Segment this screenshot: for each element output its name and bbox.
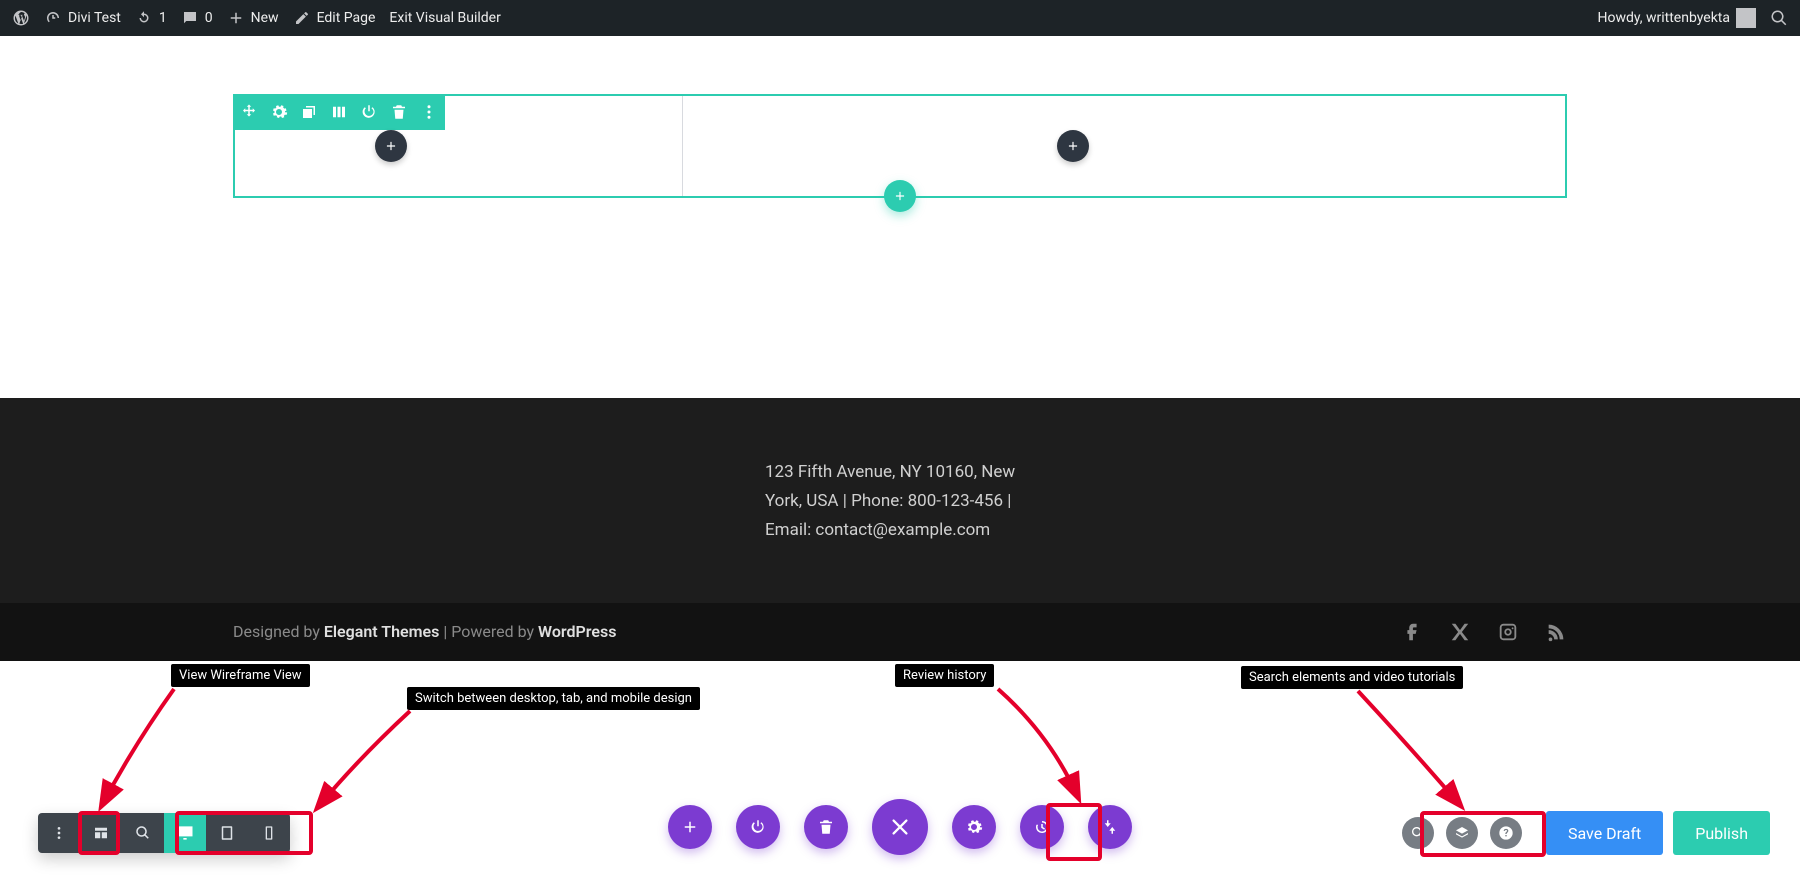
divi-section[interactable] — [233, 94, 1567, 198]
arrow-responsive — [310, 707, 420, 817]
clear-layout-button[interactable] — [804, 805, 848, 849]
layers-button[interactable] — [1446, 817, 1478, 849]
wp-logo[interactable] — [12, 9, 30, 27]
zoom-view-button[interactable] — [122, 813, 164, 853]
phone-view-button[interactable] — [248, 813, 290, 853]
add-section-button[interactable] — [668, 805, 712, 849]
duplicate-icon[interactable] — [299, 102, 319, 122]
edit-page-link[interactable]: Edit Page — [293, 9, 376, 27]
site-name-link[interactable]: Divi Test — [44, 9, 121, 27]
powered-by-sep: | Powered by — [439, 622, 538, 641]
builder-canvas — [0, 36, 1800, 198]
arrow-search — [1350, 687, 1470, 813]
trash-icon[interactable] — [389, 102, 409, 122]
view-mode-toolbar — [38, 813, 290, 853]
pencil-icon — [293, 9, 311, 27]
site-footer: 123 Fifth Avenue, NY 10160, New York, US… — [0, 398, 1800, 603]
powered-by[interactable]: WordPress — [538, 622, 616, 641]
publish-label: Publish — [1695, 824, 1748, 843]
comments-count: 0 — [205, 10, 213, 26]
comments-link[interactable]: 0 — [181, 9, 213, 27]
plus-icon — [227, 9, 245, 27]
tooltip-history: Review history — [895, 664, 994, 687]
more-icon[interactable] — [419, 102, 439, 122]
search-elements-button[interactable] — [1402, 817, 1434, 849]
search-toggle[interactable] — [1770, 9, 1788, 27]
footer-bottom-bar: Designed by Elegant Themes | Powered by … — [0, 603, 1800, 661]
refresh-icon — [135, 9, 153, 27]
arrow-wireframe — [94, 685, 184, 815]
admin-bar-left: Divi Test 1 0 New Edit Page — [12, 9, 501, 27]
power-icon[interactable] — [359, 102, 379, 122]
add-row-button[interactable] — [884, 180, 916, 212]
tooltip-search: Search elements and video tutorials — [1241, 666, 1463, 689]
tooltip-responsive: Switch between desktop, tab, and mobile … — [407, 687, 700, 710]
admin-bar-right: Howdy, writtenbyekta — [1597, 8, 1788, 28]
save-draft-button[interactable]: Save Draft — [1546, 811, 1663, 855]
wireframe-view-button[interactable] — [80, 813, 122, 853]
add-module-button-col2[interactable] — [1057, 130, 1089, 162]
site-title-text: Divi Test — [68, 10, 121, 26]
builder-bottom-bar: Save Draft Publish — [0, 765, 1800, 885]
footer-credits: Designed by Elegant Themes | Powered by … — [233, 622, 616, 641]
tablet-view-button[interactable] — [206, 813, 248, 853]
my-account-link[interactable]: Howdy, writtenbyekta — [1597, 8, 1756, 28]
close-builder-button[interactable] — [872, 799, 928, 855]
move-icon[interactable] — [239, 102, 259, 122]
wordpress-icon — [12, 9, 30, 27]
columns-icon[interactable] — [329, 102, 349, 122]
section-toolbar — [233, 94, 445, 130]
updates-link[interactable]: 1 — [135, 9, 167, 27]
column-divider — [682, 96, 683, 196]
save-draft-label: Save Draft — [1568, 824, 1641, 843]
search-icon — [1770, 9, 1788, 27]
updates-count: 1 — [159, 10, 167, 26]
history-button[interactable] — [1020, 805, 1064, 849]
wp-admin-bar: Divi Test 1 0 New Edit Page — [0, 0, 1800, 36]
facebook-icon[interactable] — [1401, 621, 1423, 643]
x-twitter-icon[interactable] — [1449, 621, 1471, 643]
footer-text: 123 Fifth Avenue, NY 10160, New York, US… — [765, 458, 1035, 545]
comment-icon — [181, 9, 199, 27]
portability-button[interactable] — [1088, 805, 1132, 849]
instagram-icon[interactable] — [1497, 621, 1519, 643]
help-button[interactable] — [1490, 817, 1522, 849]
builder-center-actions — [668, 799, 1132, 855]
page-settings-power-button[interactable] — [736, 805, 780, 849]
footer-social-icons — [1401, 621, 1567, 643]
new-label: New — [251, 10, 279, 26]
edit-page-label: Edit Page — [317, 10, 376, 26]
gear-icon[interactable] — [269, 102, 289, 122]
publish-button[interactable]: Publish — [1673, 811, 1770, 855]
builder-right-actions: Save Draft Publish — [1402, 811, 1770, 855]
avatar — [1736, 8, 1756, 28]
arrow-history — [990, 685, 1090, 805]
add-module-button-col1[interactable] — [375, 130, 407, 162]
toolbar-menu-button[interactable] — [38, 813, 80, 853]
designed-by-theme[interactable]: Elegant Themes — [324, 622, 440, 641]
exit-visual-builder-link[interactable]: Exit Visual Builder — [389, 10, 500, 26]
new-content-link[interactable]: New — [227, 9, 279, 27]
designed-by-prefix: Designed by — [233, 622, 324, 641]
page-settings-button[interactable] — [952, 805, 996, 849]
tooltip-wireframe: View Wireframe View — [171, 664, 310, 687]
howdy-text: Howdy, writtenbyekta — [1597, 10, 1730, 26]
exit-vb-label: Exit Visual Builder — [389, 10, 500, 26]
gauge-icon — [44, 9, 62, 27]
rss-icon[interactable] — [1545, 621, 1567, 643]
desktop-view-button[interactable] — [164, 813, 206, 853]
